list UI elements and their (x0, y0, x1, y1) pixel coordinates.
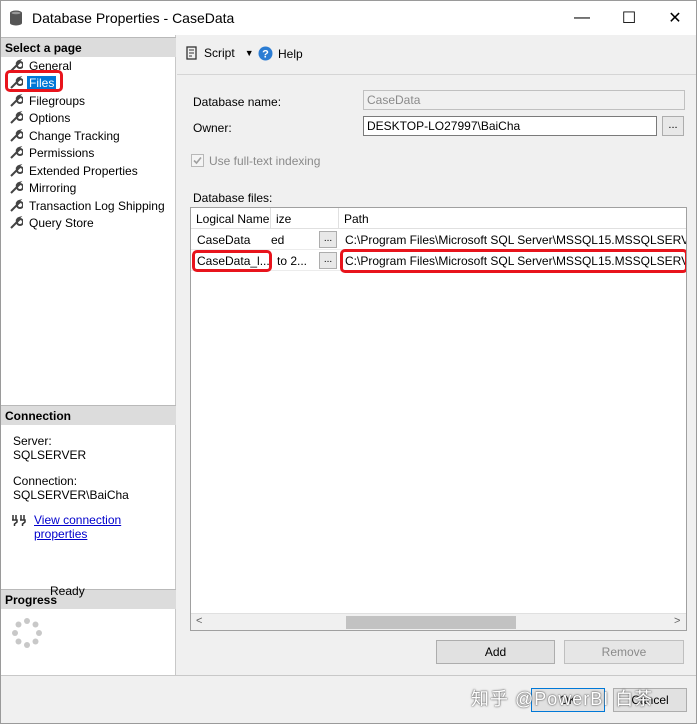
page-item-query-store[interactable]: Query Store (9, 214, 96, 231)
wrench-icon (10, 215, 23, 229)
remove-button[interactable]: Remove (564, 640, 684, 664)
grid-header: Logical Name ize Path (191, 208, 686, 229)
path-highlight-annotation (340, 249, 686, 273)
wrench-icon (10, 128, 23, 142)
page-item-filegroups[interactable]: Filegroups (9, 92, 87, 109)
logical-name-cell[interactable]: CaseData (191, 229, 271, 250)
owner-field[interactable]: DESKTOP-LO27997\BaiCha (363, 116, 657, 136)
wrench-icon (10, 180, 23, 194)
help-icon: ? (258, 46, 273, 61)
help-label: Help (278, 46, 303, 61)
database-files-label: Database files: (193, 191, 273, 205)
wrench-icon (10, 145, 23, 159)
files-highlight-annotation (5, 70, 63, 92)
database-properties-window: Database Properties - CaseData — ☐ ✕ Sel… (0, 0, 697, 724)
wrench-icon (10, 163, 23, 177)
add-button[interactable]: Add (436, 640, 555, 664)
scrollbar-thumb[interactable] (346, 616, 516, 629)
column-header-path[interactable]: Path (339, 208, 686, 229)
fulltext-label: Use full-text indexing (209, 154, 321, 168)
page-item-transaction-log-shipping[interactable]: Transaction Log Shipping (9, 197, 167, 214)
close-icon: ✕ (668, 10, 682, 27)
page-item-extended-properties[interactable]: Extended Properties (9, 162, 140, 179)
page-item-mirroring[interactable]: Mirroring (9, 179, 78, 196)
logical-name-highlight-annotation (192, 250, 272, 272)
view-connection-properties-link[interactable]: View connection properties (34, 513, 175, 541)
database-name-label: Database name: (193, 95, 282, 109)
fulltext-checkbox[interactable] (191, 154, 204, 167)
maximize-button[interactable]: ☐ (606, 1, 652, 35)
checkmark-icon (193, 156, 202, 165)
help-button[interactable]: ? Help (258, 46, 303, 61)
connection-value: SQLSERVER\BaiCha (13, 488, 129, 502)
scroll-right-arrow-icon[interactable]: > (674, 615, 680, 627)
script-icon (186, 46, 197, 60)
page-label: Extended Properties (29, 163, 138, 178)
script-button[interactable]: Script ▼ (185, 46, 254, 60)
database-files-grid: Logical Name ize Path CaseData ed ... C:… (190, 207, 687, 631)
column-header-logical-name[interactable]: Logical Name (191, 208, 271, 229)
scroll-left-arrow-icon[interactable]: < (196, 615, 202, 627)
page-label: Permissions (29, 145, 95, 160)
script-label: Script (204, 46, 235, 60)
connection-label: Connection: (13, 474, 78, 488)
progress-spinner-icon (12, 618, 42, 648)
horizontal-scrollbar[interactable]: < > (191, 613, 686, 630)
size-ellipsis-button[interactable]: ... (319, 252, 337, 269)
window-title: Database Properties - CaseData (32, 10, 235, 26)
dropdown-arrow-icon: ▼ (244, 48, 254, 58)
close-button[interactable]: ✕ (652, 1, 696, 35)
progress-header: Progress (1, 589, 176, 609)
page-label: Query Store (29, 215, 94, 230)
size-ellipsis-button[interactable]: ... (319, 231, 337, 248)
page-item-permissions[interactable]: Permissions (9, 144, 96, 161)
wrench-icon (10, 198, 23, 212)
select-page-header: Select a page (1, 37, 176, 57)
page-item-options[interactable]: Options (9, 109, 72, 126)
page-label: Transaction Log Shipping (29, 198, 165, 213)
page-label: Mirroring (29, 180, 77, 195)
progress-status: Ready (50, 584, 85, 598)
server-value: SQLSERVER (13, 448, 87, 462)
wrench-icon (10, 110, 23, 124)
minimize-icon: — (574, 9, 590, 26)
database-icon (10, 10, 22, 26)
connection-properties-icon (12, 515, 26, 526)
watermark: 知乎 @PowerBI 白茶 (471, 689, 654, 709)
wrench-icon (10, 93, 23, 107)
table-row[interactable]: CaseData ed ... C:\Program Files\Microso… (191, 229, 686, 250)
title-bar: Database Properties - CaseData — ☐ ✕ (1, 1, 696, 35)
page-label: Filegroups (29, 93, 86, 108)
server-label: Server: (13, 434, 52, 448)
svg-text:?: ? (262, 49, 269, 61)
connection-header: Connection (1, 405, 176, 425)
size-cell[interactable]: ed (265, 229, 317, 250)
size-cell[interactable]: to 2... (271, 250, 317, 271)
database-name-field: CaseData (363, 90, 685, 110)
toolbar: Script ▼ ? Help (177, 35, 696, 75)
page-label: Change Tracking (29, 128, 120, 143)
path-cell[interactable]: C:\Program Files\Microsoft SQL Server\MS… (339, 229, 686, 250)
page-label: Options (29, 110, 71, 125)
owner-browse-button[interactable]: ... (662, 116, 684, 136)
maximize-icon: ☐ (621, 10, 637, 27)
left-panel: Select a page General Files Filegroups O… (1, 35, 176, 675)
page-item-change-tracking[interactable]: Change Tracking (9, 127, 122, 144)
minimize-button[interactable]: — (559, 1, 605, 35)
owner-label: Owner: (193, 121, 232, 135)
column-header-size[interactable]: ize (271, 208, 339, 229)
